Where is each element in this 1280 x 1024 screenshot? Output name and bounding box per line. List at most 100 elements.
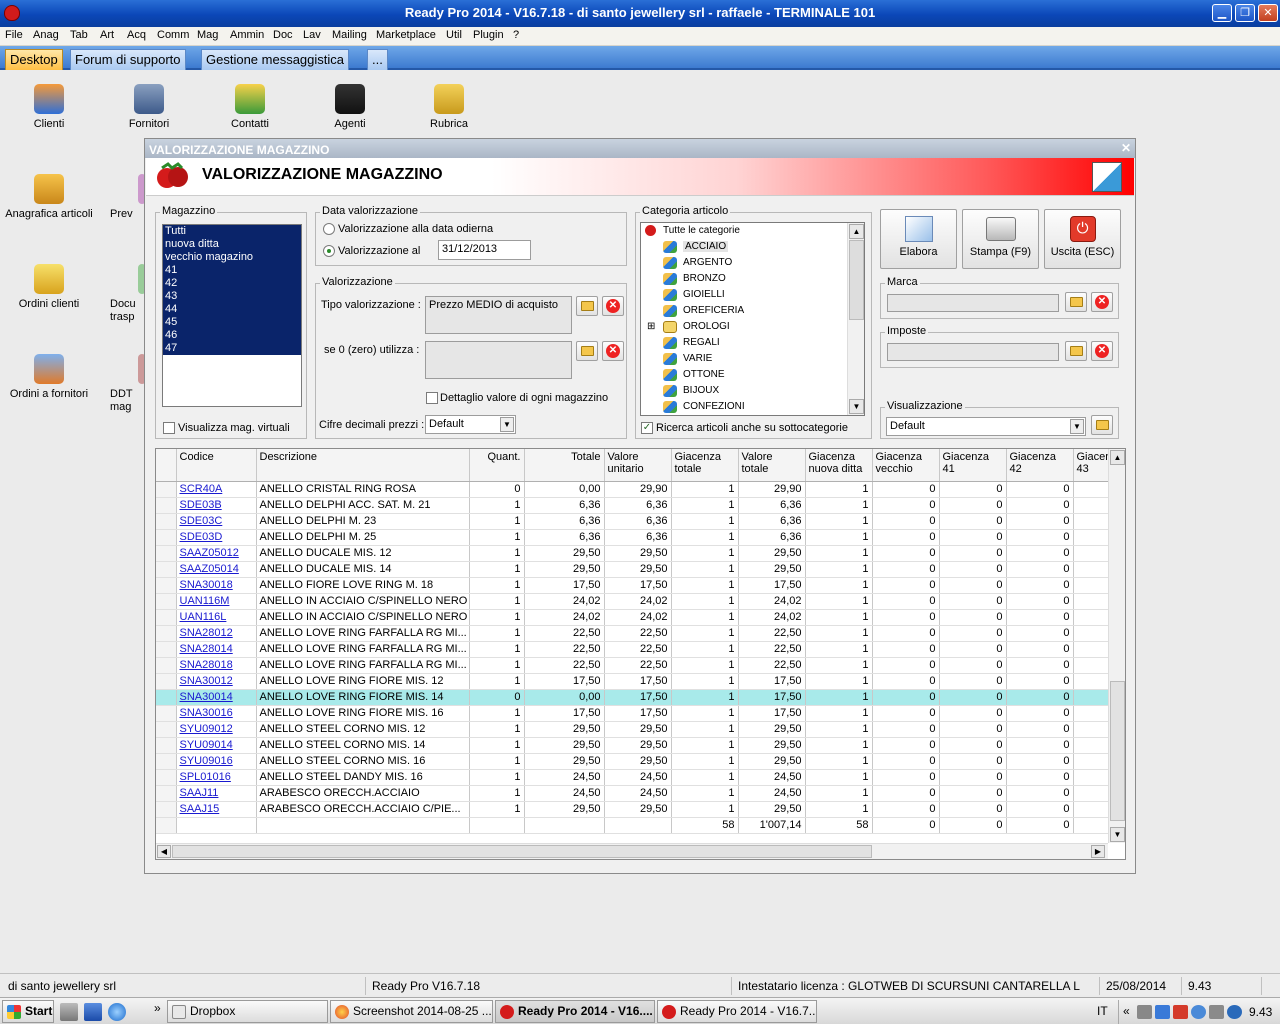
- table-row[interactable]: UAN116L ANELLO IN ACCIAIO C/SPINELLO NERO…: [156, 609, 1124, 626]
- scroll-left-icon[interactable]: ◀: [157, 845, 171, 858]
- sync-tray-icon[interactable]: [1227, 1005, 1242, 1019]
- table-row[interactable]: SAAZ05014 ANELLO DUCALE MIS. 14 1 29,50 29,5…: [156, 561, 1124, 578]
- menu-file[interactable]: File: [5, 29, 23, 41]
- col-header[interactable]: Giacenza 42: [1006, 449, 1074, 482]
- uscita-button[interactable]: ⏻ Uscita (ESC): [1044, 209, 1121, 269]
- list-item[interactable]: 46: [163, 329, 301, 342]
- menu-lav[interactable]: Lav: [303, 29, 321, 41]
- menu-mailing[interactable]: Mailing: [332, 29, 367, 41]
- magazzino-list[interactable]: Tutti nuova ditta vecchio magazino 41 42…: [162, 224, 302, 407]
- tab-messaggistica[interactable]: Gestione messaggistica: [201, 49, 350, 70]
- menu-comm[interactable]: Comm: [157, 29, 189, 41]
- grid-horizontal-scrollbar[interactable]: ◀ ▶: [156, 843, 1108, 859]
- col-header[interactable]: Quant.: [469, 449, 525, 482]
- col-header[interactable]: Giacenza 41: [939, 449, 1007, 482]
- code-link[interactable]: SYU09012: [176, 721, 257, 738]
- code-link[interactable]: SAAZ05014: [176, 561, 257, 578]
- network-tray-icon[interactable]: [1191, 1005, 1206, 1019]
- code-link[interactable]: SNA30016: [176, 705, 257, 722]
- menu-ammin[interactable]: Ammin: [230, 29, 264, 41]
- scroll-up-icon[interactable]: ▲: [1110, 450, 1125, 465]
- row-header[interactable]: [156, 657, 177, 674]
- code-link[interactable]: SCR40A: [176, 481, 257, 498]
- scroll-right-icon[interactable]: ▶: [1091, 845, 1105, 858]
- code-link[interactable]: SDE03D: [176, 529, 257, 546]
- table-row[interactable]: SPL01016 ANELLO STEEL DANDY MIS. 16 1 24,50…: [156, 769, 1124, 786]
- scroll-up-icon[interactable]: ▲: [849, 224, 864, 239]
- code-link[interactable]: SYU09014: [176, 737, 257, 754]
- col-header[interactable]: Valore unitario: [604, 449, 672, 482]
- code-link[interactable]: SNA28018: [176, 657, 257, 674]
- desktop-icon-clienti[interactable]: Clienti: [4, 84, 94, 130]
- grid-vertical-scrollbar[interactable]: ▲ ▼: [1108, 449, 1125, 843]
- menu-plugin[interactable]: Plugin: [473, 29, 504, 41]
- tab-more[interactable]: ...: [367, 49, 388, 70]
- maximize-button[interactable]: ❐: [1235, 4, 1255, 22]
- menu-art[interactable]: Art: [100, 29, 114, 41]
- table-row[interactable]: SYU09012 ANELLO STEEL CORNO MIS. 12 1 29,50…: [156, 721, 1124, 738]
- menu-util[interactable]: Util: [446, 29, 462, 41]
- radio-data-al[interactable]: [323, 245, 335, 257]
- table-row[interactable]: SNA30012 ANELLO LOVE RING FIORE MIS. 12 1 1…: [156, 673, 1124, 690]
- desktop-icon-agenti[interactable]: Agenti: [305, 84, 395, 130]
- expand-icon[interactable]: ⊞: [647, 321, 655, 332]
- row-header[interactable]: [156, 593, 177, 610]
- row-header[interactable]: [156, 609, 177, 626]
- scroll-down-icon[interactable]: ▼: [849, 399, 864, 414]
- desktop-icon-rubrica[interactable]: Rubrica: [404, 84, 494, 130]
- col-header[interactable]: Codice: [176, 449, 257, 482]
- tipo-valorizzazione-field[interactable]: Prezzo MEDIO di acquisto: [425, 296, 572, 334]
- elabora-button[interactable]: Elabora: [880, 209, 957, 269]
- tipo-browse-button[interactable]: [576, 296, 598, 316]
- desktop-icon-documenti-trasporto[interactable]: Docu trasp: [110, 264, 146, 324]
- table-row[interactable]: SAAJ11 ARABESCO ORECCH.ACCIAIO 1 24,50 24,50…: [156, 785, 1124, 802]
- quick-launch-more[interactable]: »: [154, 1001, 161, 1015]
- scroll-down-icon[interactable]: ▼: [1110, 827, 1125, 842]
- row-header[interactable]: [156, 801, 177, 818]
- desktop-icon-anagrafica-articoli[interactable]: Anagrafica articoli: [4, 174, 94, 220]
- row-header[interactable]: [156, 641, 177, 658]
- col-header[interactable]: Totale: [524, 449, 605, 482]
- row-header[interactable]: [156, 689, 177, 706]
- desktop-icon-preventivi[interactable]: Prev: [110, 174, 146, 220]
- code-link[interactable]: UAN116L: [176, 609, 257, 626]
- table-row[interactable]: SAAJ15 ARABESCO ORECCH.ACCIAIO C/PIE... 1 2…: [156, 801, 1124, 818]
- visualizzazione-browse-button[interactable]: [1091, 415, 1113, 435]
- radio-data-odierna[interactable]: [323, 223, 335, 235]
- desktop-icon-ordini-fornitori[interactable]: Ordini a fornitori: [4, 354, 94, 400]
- menu-anag[interactable]: Anag: [33, 29, 59, 41]
- list-item[interactable]: 42: [163, 277, 301, 290]
- col-header[interactable]: Giacenza vecchio: [872, 449, 940, 482]
- list-item[interactable]: Tutti: [163, 225, 301, 238]
- code-link[interactable]: SNA30012: [176, 673, 257, 690]
- zero-utilizza-field[interactable]: [425, 341, 572, 379]
- visualizzazione-select[interactable]: Default ▼: [886, 417, 1086, 436]
- table-row[interactable]: SNA28012 ANELLO LOVE RING FARFALLA RG MI.…: [156, 625, 1124, 642]
- code-link[interactable]: SAAZ05012: [176, 545, 257, 562]
- table-row[interactable]: SNA30014 ANELLO LOVE RING FIORE MIS. 14 0 0…: [156, 689, 1124, 706]
- table-row[interactable]: SNA30018 ANELLO FIORE LOVE RING M. 18 1 17,…: [156, 577, 1124, 594]
- zero-clear-button[interactable]: ✕: [602, 341, 624, 361]
- list-item[interactable]: 47: [163, 342, 301, 355]
- row-header[interactable]: [156, 529, 177, 546]
- minimize-button[interactable]: ▁: [1212, 4, 1232, 22]
- marca-browse-button[interactable]: [1065, 292, 1087, 312]
- desktop-icon-ordini-clienti[interactable]: Ordini clienti: [4, 264, 94, 310]
- list-item[interactable]: nuova ditta: [163, 238, 301, 251]
- table-row[interactable]: SNA28014 ANELLO LOVE RING FARFALLA RG MI.…: [156, 641, 1124, 658]
- table-row[interactable]: SDE03D ANELLO DELPHI M. 25 1 6,36 6,36 1 6,36 1…: [156, 529, 1124, 546]
- imposte-browse-button[interactable]: [1065, 341, 1087, 361]
- taskbar-item-readypro[interactable]: Ready Pro 2014 - V16.7....: [657, 1000, 817, 1023]
- col-header[interactable]: Valore totale: [738, 449, 806, 482]
- language-indicator[interactable]: IT: [1097, 1004, 1108, 1018]
- code-link[interactable]: SPL01016: [176, 769, 257, 786]
- code-link[interactable]: SYU09016: [176, 753, 257, 770]
- code-link[interactable]: SAAJ15: [176, 801, 257, 818]
- printer-tray-icon[interactable]: [1137, 1005, 1152, 1019]
- tray-expand-icon[interactable]: «: [1123, 1004, 1130, 1018]
- taskbar-item-readypro-active[interactable]: Ready Pro 2014 - V16....: [495, 1000, 655, 1023]
- code-link[interactable]: SAAJ11: [176, 785, 257, 802]
- sottocategorie-checkbox[interactable]: ✓: [641, 422, 653, 434]
- desktop-icon-fornitori[interactable]: Fornitori: [104, 84, 194, 130]
- table-row[interactable]: SAAZ05012 ANELLO DUCALE MIS. 12 1 29,50 29,5…: [156, 545, 1124, 562]
